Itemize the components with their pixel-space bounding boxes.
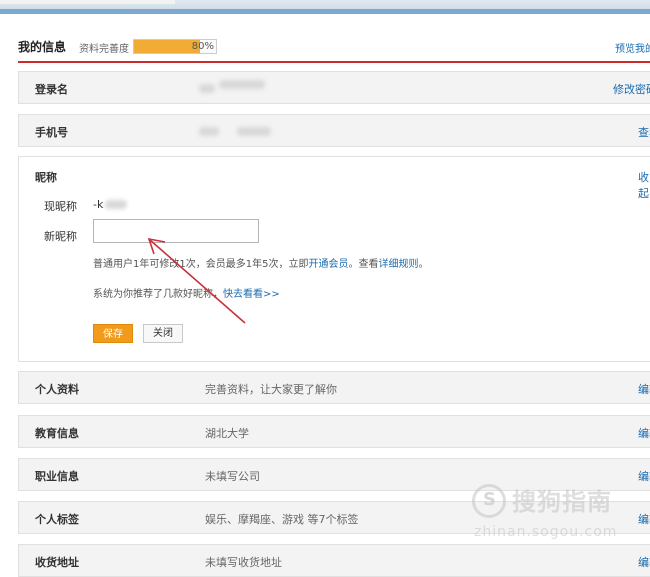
phone-blurred [199, 127, 219, 136]
phone-label: 手机号 [35, 126, 68, 139]
current-nickname-label: 现昵称 [44, 200, 77, 213]
address-value: 未填写收货地址 [205, 556, 282, 569]
watermark: S 搜狗指南 zhinan.sogou.com [472, 478, 650, 566]
current-nickname-blurred [105, 200, 127, 209]
close-button[interactable]: 关闭 [143, 324, 183, 343]
edit-education-link[interactable]: 编辑 [638, 425, 650, 441]
profile-value: 完善资料，让大家更了解你 [205, 383, 337, 396]
new-nickname-input[interactable] [93, 219, 259, 243]
collapse-link[interactable]: 收起 [638, 169, 650, 201]
phone-blurred-2 [237, 127, 271, 136]
login-name-blurred [199, 84, 215, 93]
save-button[interactable]: 保存 [93, 324, 133, 343]
top-blue-bar [0, 9, 650, 14]
watermark-text: 搜狗指南 [512, 488, 612, 516]
my-info-header: 我的信息 资料完善度 80% 预览我的 [18, 36, 650, 60]
recommend-text: 系统为你推荐了几款好昵称，快去看看>> [93, 289, 280, 300]
row-login-name: 登录名 修改密码 [18, 71, 650, 104]
career-label: 职业信息 [35, 470, 79, 483]
recommend-link[interactable]: 快去看看>> [223, 289, 280, 300]
row-education: 教育信息 湖北大学 编辑 [18, 415, 650, 448]
current-nickname-value: -k [93, 198, 104, 211]
row-phone: 手机号 查看 [18, 114, 650, 147]
education-value: 湖北大学 [205, 427, 249, 440]
change-password-link[interactable]: 修改密码 [613, 81, 650, 97]
progress-fill [134, 40, 200, 53]
login-name-blurred-2 [219, 80, 265, 89]
login-name-label: 登录名 [35, 83, 68, 96]
watermark-url: zhinan.sogou.com [474, 524, 618, 540]
page-title: 我的信息 [18, 40, 67, 54]
sogou-logo-icon: S [472, 484, 506, 518]
edit-profile-link[interactable]: 编辑 [638, 381, 650, 397]
completeness-percent: 80% [191, 41, 214, 52]
career-value: 未填写公司 [205, 470, 260, 483]
completeness-progress-bar: 80% [133, 39, 217, 54]
view-phone-link[interactable]: 查看 [638, 124, 650, 140]
header-divider [18, 61, 650, 63]
detail-rules-link[interactable]: 详细规则 [378, 259, 418, 270]
nickname-panel: 昵称 收起 现昵称 -k 新昵称 普通用户1年可修改1次，会员最多1年5次，立即… [18, 156, 650, 362]
tags-value: 娱乐、摩羯座、游戏 等7个标签 [205, 513, 359, 526]
address-label: 收货地址 [35, 556, 79, 569]
top-band [0, 0, 650, 14]
open-vip-link[interactable]: 开通会员 [308, 259, 348, 270]
top-tab-strip [0, 0, 175, 4]
education-label: 教育信息 [35, 427, 79, 440]
profile-label: 个人资料 [35, 383, 79, 396]
nickname-rule-text: 普通用户1年可修改1次，会员最多1年5次，立即开通会员。查看详细规则。 [93, 259, 429, 270]
completeness-label: 资料完善度 [79, 44, 129, 55]
nickname-title: 昵称 [35, 171, 57, 184]
preview-my-page-link[interactable]: 预览我的 [615, 40, 650, 55]
tags-label: 个人标签 [35, 513, 79, 526]
new-nickname-label: 新昵称 [44, 230, 77, 243]
row-profile: 个人资料 完善资料，让大家更了解你 编辑 [18, 371, 650, 404]
